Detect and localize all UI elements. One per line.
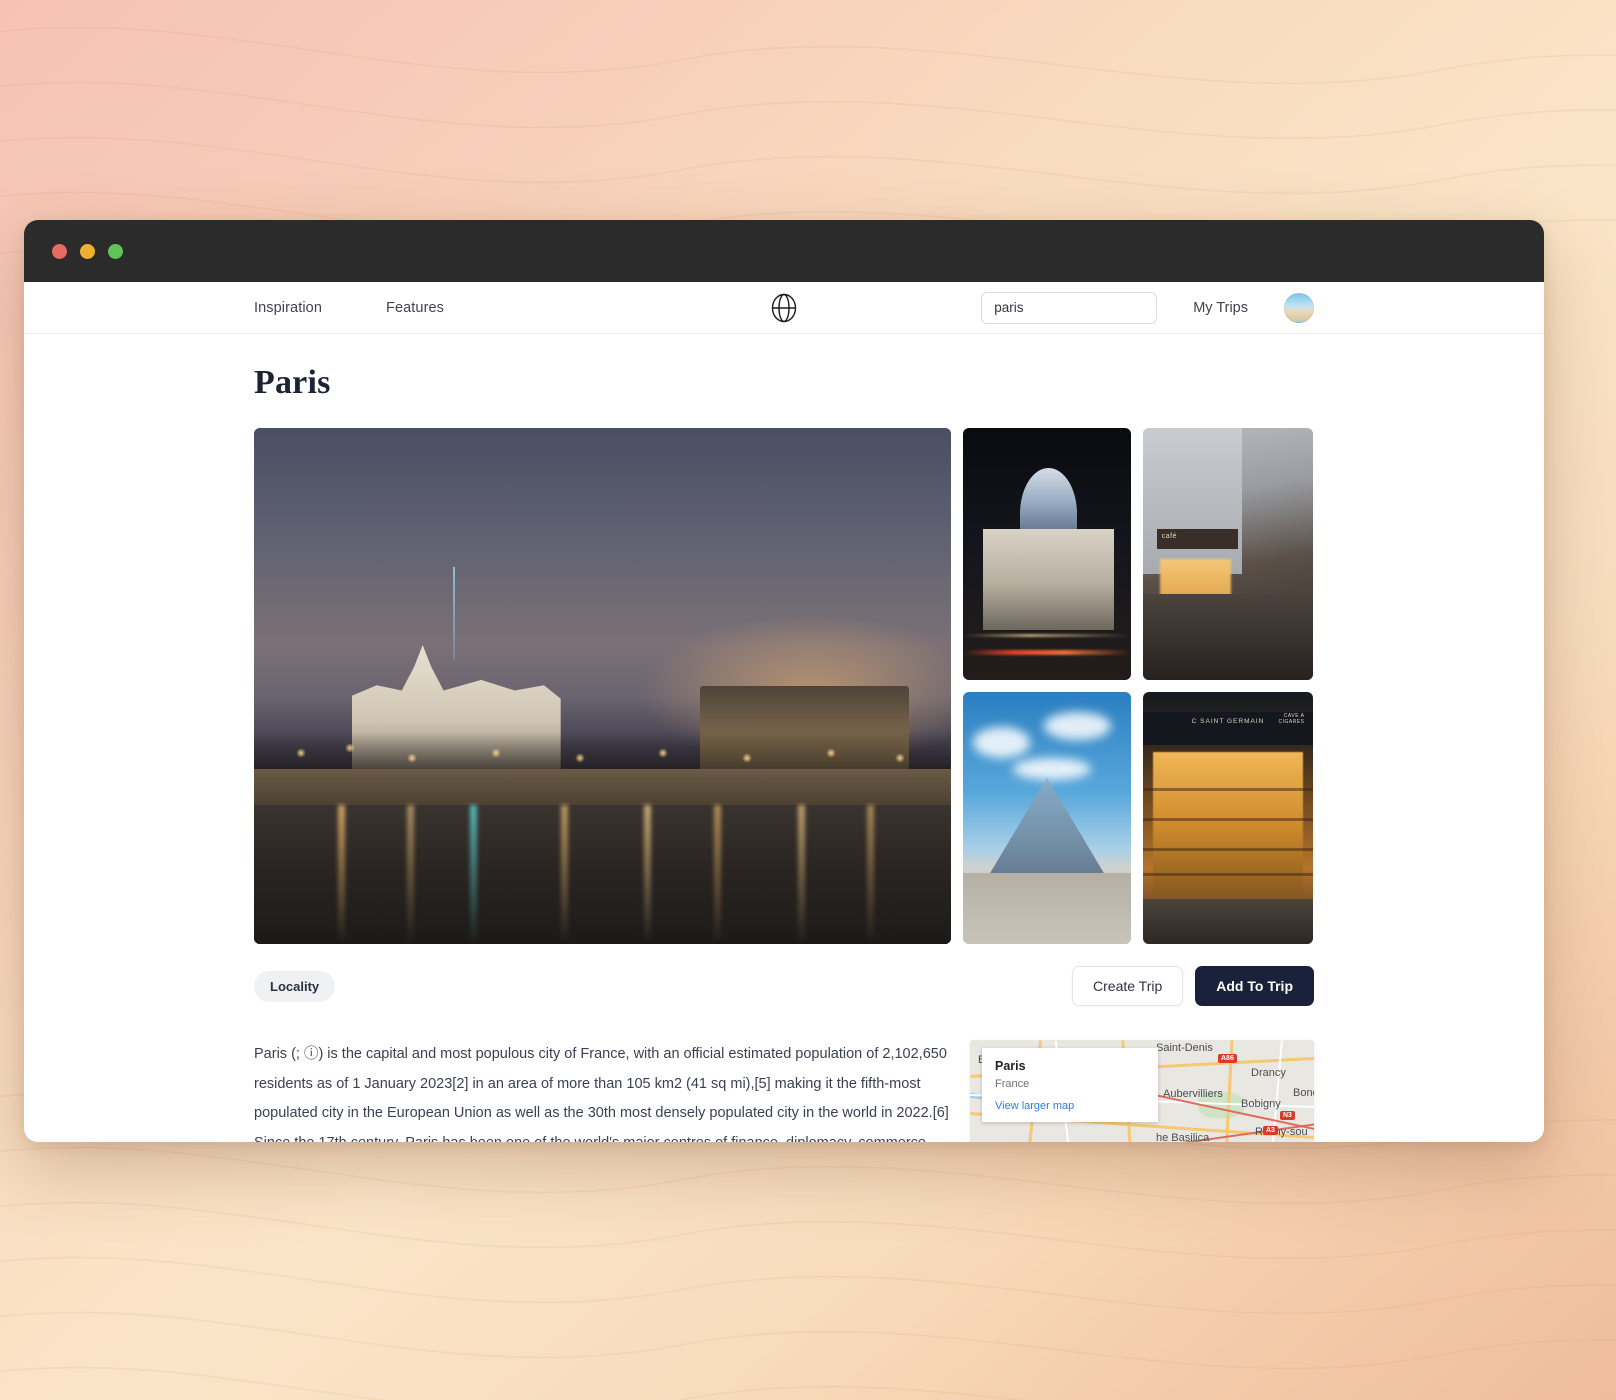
header-right-group: My Trips — [981, 291, 1514, 324]
action-buttons: Create Trip Add To Trip — [1072, 966, 1314, 1006]
nav-item-features[interactable]: Features — [386, 300, 444, 316]
desktop-wallpaper: Inspiration Features My Trips — [0, 0, 1616, 1400]
map-place-country: France — [995, 1078, 1030, 1090]
create-trip-button[interactable]: Create Trip — [1072, 966, 1184, 1006]
my-trips-link[interactable]: My Trips — [1193, 300, 1248, 316]
image-gallery: café C SAINT GERMAIN CAVE A CIGARES — [254, 428, 1314, 944]
close-window-button[interactable] — [52, 243, 67, 259]
browser-window: Inspiration Features My Trips — [24, 220, 1544, 1142]
map-info-box: Paris France View larger map — [982, 1048, 1158, 1122]
thumbnail-image-1[interactable] — [963, 428, 1131, 680]
hero-image[interactable] — [254, 428, 951, 944]
thumbnail-image-2[interactable]: café — [1143, 428, 1313, 680]
globe-logo-icon[interactable] — [768, 292, 800, 324]
description-and-map: Paris (; ⓘ) is the capital and most popu… — [254, 1040, 1314, 1142]
site-header: Inspiration Features My Trips — [24, 282, 1544, 334]
minimize-window-button[interactable] — [80, 243, 95, 259]
search-field-wrapper[interactable] — [981, 291, 1158, 324]
meta-row: Locality Create Trip Add To Trip — [254, 966, 1314, 1006]
thumbnail-image-4[interactable]: C SAINT GERMAIN CAVE A CIGARES — [1143, 692, 1313, 944]
nav-item-inspiration[interactable]: Inspiration — [254, 300, 322, 316]
locality-tag[interactable]: Locality — [254, 970, 336, 1002]
window-titlebar — [24, 220, 1544, 282]
city-description: Paris (; ⓘ) is the capital and most popu… — [254, 1046, 949, 1142]
page-title: Paris — [254, 364, 331, 401]
thumbnail-grid: café C SAINT GERMAIN CAVE A CIGARES — [963, 428, 1313, 944]
search-input[interactable] — [994, 300, 1145, 315]
location-map-card[interactable]: Saint-Denis Drancy Aubervilliers Bobigny… — [970, 1040, 1314, 1142]
add-to-trip-button[interactable]: Add To Trip — [1195, 966, 1314, 1006]
page-content: Paris café C SAINT GERMAIN CAVE A CIGARE… — [24, 334, 1544, 1142]
thumbnail-image-3[interactable] — [963, 692, 1131, 944]
primary-nav: Inspiration Features — [54, 300, 444, 316]
maximize-window-button[interactable] — [108, 243, 123, 259]
user-avatar[interactable] — [1284, 292, 1314, 323]
view-larger-map-link[interactable]: View larger map — [995, 1100, 1145, 1112]
map-place-name: Paris — [995, 1059, 1026, 1073]
